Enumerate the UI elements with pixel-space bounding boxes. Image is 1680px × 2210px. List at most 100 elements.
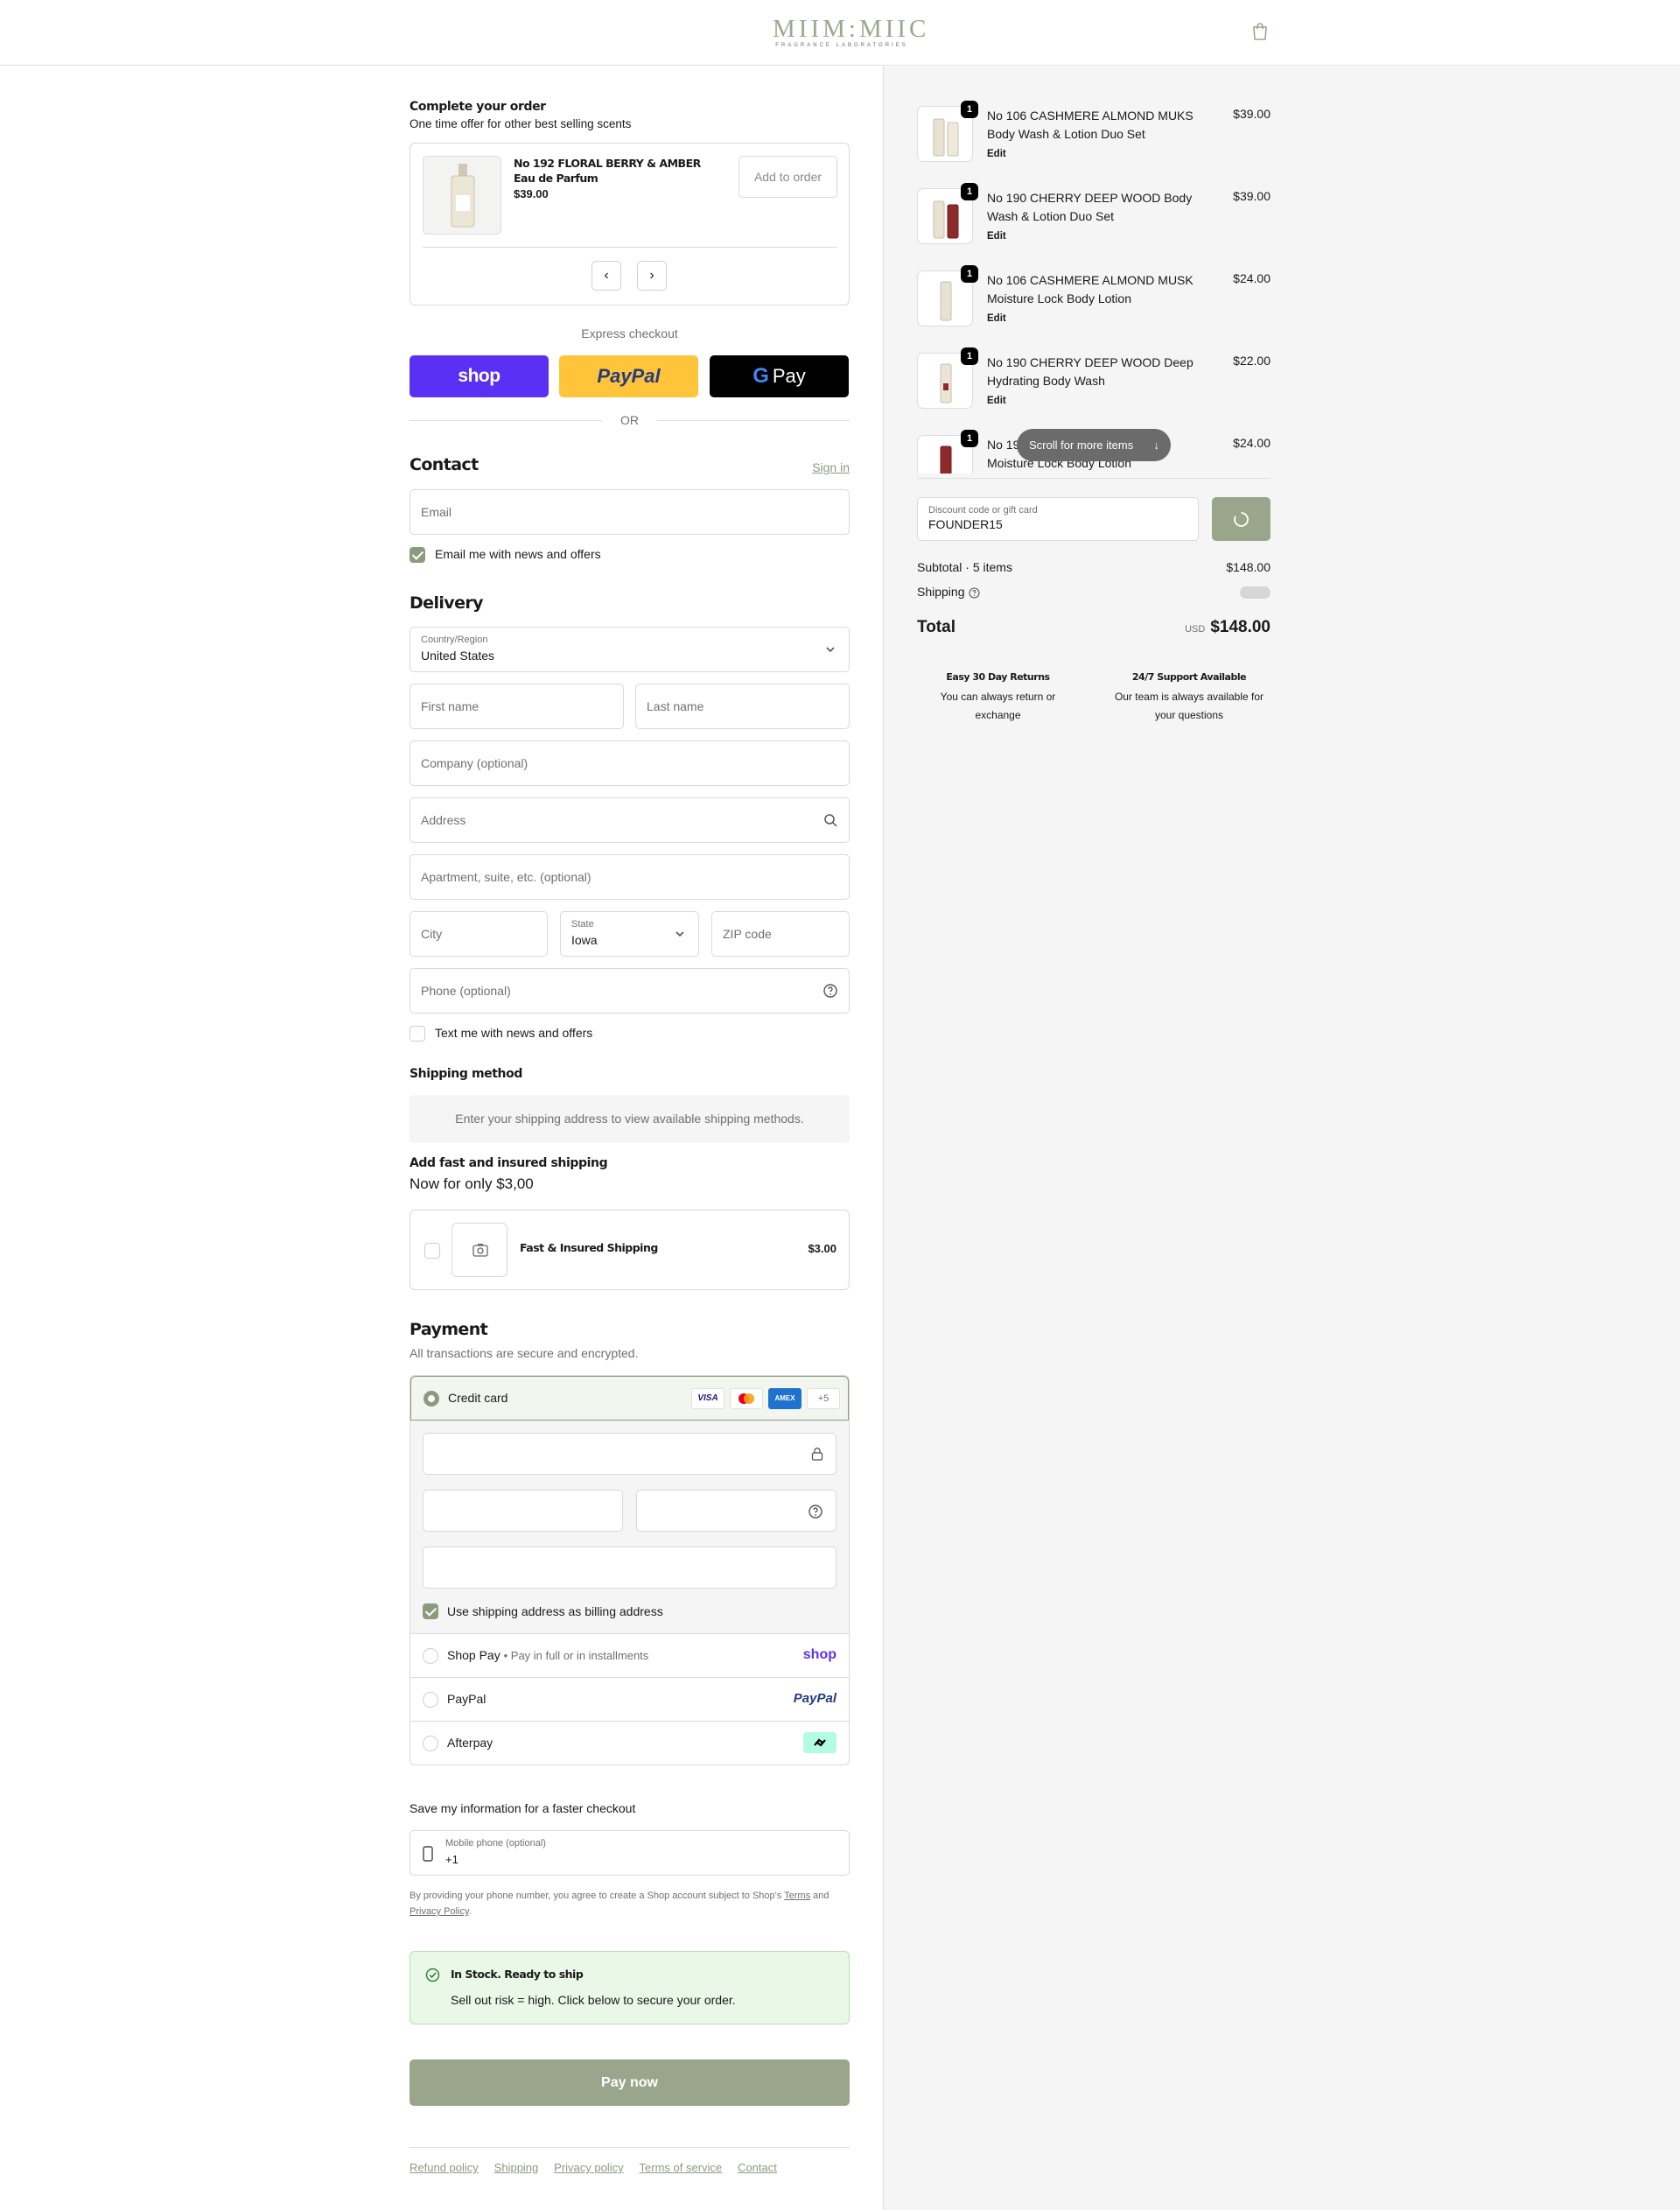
text-news-checkbox[interactable]	[410, 1026, 425, 1042]
cart-item-edit-link[interactable]: Edit	[987, 396, 1006, 406]
phone-field[interactable]: Phone (optional)	[410, 968, 850, 1014]
credit-card-option[interactable]: Credit card VISA AMEX +5	[410, 1376, 849, 1421]
stock-banner: In Stock. Ready to ship Sell out risk = …	[410, 1951, 850, 2024]
card-name-field[interactable]	[423, 1547, 836, 1589]
visa-icon: VISA	[691, 1388, 724, 1409]
country-label: Country/Region	[421, 635, 488, 645]
city-field[interactable]: City	[410, 911, 548, 957]
help-circle-icon[interactable]	[808, 1504, 823, 1519]
cart-item-edit-link[interactable]: Edit	[987, 313, 1006, 324]
brand-logo[interactable]: MIIM:MIIC FRAGRANCE LABORATORIES	[773, 16, 926, 48]
cart-item-edit-link[interactable]: Edit	[987, 231, 1006, 242]
cart-item-price: $39.00	[1233, 189, 1270, 203]
footer-contact-link[interactable]: Contact	[738, 2161, 777, 2174]
insured-shipping-checkbox[interactable]	[424, 1243, 440, 1259]
billing-same-label: Use shipping address as billing address	[447, 1604, 663, 1618]
shipping-method-message: Enter your shipping address to view avai…	[410, 1095, 850, 1143]
billing-same-checkbox[interactable]	[423, 1603, 438, 1619]
carousel-prev-button[interactable]: ‹	[592, 261, 621, 291]
scroll-more-items-button[interactable]: Scroll for more items ↓	[1017, 429, 1171, 461]
footer-terms-link[interactable]: Terms of service	[640, 2161, 723, 2174]
check-circle-icon	[425, 1968, 440, 1982]
legal-pre: By providing your phone number, you agre…	[410, 1891, 785, 1901]
discount-code-field[interactable]: Discount code or gift card FOUNDER15	[917, 497, 1199, 541]
shop-privacy-link[interactable]: Privacy Policy	[410, 1906, 469, 1917]
shop-pay-note: Pay in full or in installments	[510, 1649, 649, 1662]
shop-legal-text: By providing your phone number, you agre…	[410, 1888, 850, 1919]
text-news-label: Text me with news and offers	[435, 1026, 593, 1040]
shop-pay-option[interactable]: Shop Pay • Pay in full or in installment…	[410, 1634, 849, 1678]
first-name-field[interactable]: First name	[410, 684, 624, 729]
upsell-product-price: $39.00	[514, 187, 549, 200]
discount-label: Discount code or gift card	[928, 505, 1038, 516]
help-circle-icon[interactable]	[969, 587, 980, 599]
country-value: United States	[421, 649, 495, 663]
footer-shipping-link[interactable]: Shipping	[494, 2161, 539, 2174]
email-news-label: Email me with news and offers	[435, 547, 601, 561]
pay-now-button[interactable]: Pay now	[410, 2059, 850, 2106]
address-field[interactable]: Address	[410, 797, 850, 843]
upsell-card: No 192 FLORAL BERRY & AMBER Eau de Parfu…	[410, 143, 850, 305]
shopping-bag-icon[interactable]	[1251, 22, 1269, 41]
cart-item-qty: 1	[961, 265, 978, 283]
footer-refund-link[interactable]: Refund policy	[410, 2161, 479, 2174]
shipping-method-title: Shipping method	[410, 1067, 522, 1081]
payment-subtitle: All transactions are secure and encrypte…	[410, 1346, 639, 1360]
zip-field[interactable]: ZIP code	[711, 911, 850, 957]
carousel-next-button[interactable]: ›	[637, 261, 667, 291]
paypal-logo-small: PayPal	[793, 1691, 836, 1706]
shop-pay-radio[interactable]	[423, 1648, 438, 1664]
last-name-field[interactable]: Last name	[635, 684, 850, 729]
country-select[interactable]: Country/Region United States	[410, 627, 850, 672]
footer-privacy-link[interactable]: Privacy policy	[554, 2161, 623, 2174]
or-divider-right	[657, 420, 850, 421]
total-value: $148.00	[1210, 618, 1270, 636]
card-number-field[interactable]	[423, 1433, 836, 1475]
email-field[interactable]: Email	[410, 489, 850, 535]
amex-icon: AMEX	[768, 1388, 802, 1409]
logo-tagline: FRAGRANCE LABORATORIES	[775, 43, 908, 48]
search-icon	[824, 814, 837, 827]
shop-terms-link[interactable]: Terms	[784, 1891, 810, 1901]
help-circle-icon[interactable]	[822, 983, 838, 999]
apply-discount-button[interactable]	[1212, 497, 1270, 541]
shop-pay-express-button[interactable]: shop	[410, 355, 549, 397]
apartment-placeholder: Apartment, suite, etc. (optional)	[421, 870, 592, 884]
add-to-order-button[interactable]: Add to order	[738, 156, 837, 198]
state-select[interactable]: State Iowa	[560, 911, 699, 957]
address-placeholder: Address	[421, 813, 466, 827]
email-placeholder: Email	[421, 505, 452, 519]
card-expiry-field[interactable]	[423, 1490, 623, 1532]
upsell-product-image	[423, 156, 501, 235]
cart-item-edit-link[interactable]: Edit	[987, 149, 1006, 159]
cart-item-price: $22.00	[1233, 354, 1270, 368]
afterpay-radio[interactable]	[423, 1736, 438, 1751]
currency-code: USD	[1185, 624, 1206, 635]
afterpay-option[interactable]: Afterpay	[410, 1722, 849, 1764]
chevron-left-icon: ‹	[604, 268, 609, 283]
mobile-phone-field[interactable]: Mobile phone (optional) +1	[410, 1830, 850, 1876]
company-field[interactable]: Company (optional)	[410, 740, 850, 786]
paypal-logo: PayPal	[597, 365, 661, 387]
credit-card-form: Use shipping address as billing address	[410, 1421, 849, 1634]
gpay-label: Pay	[772, 365, 806, 387]
paypal-option[interactable]: PayPal PayPal	[410, 1678, 849, 1722]
insured-shipping-card[interactable]: Fast & Insured Shipping $3.00	[410, 1210, 850, 1290]
shop-logo: shop	[458, 366, 500, 386]
paypal-radio[interactable]	[423, 1692, 438, 1708]
email-news-checkbox[interactable]	[410, 547, 425, 563]
total-label: Total	[917, 618, 956, 636]
google-pay-express-button[interactable]: G Pay	[710, 355, 849, 397]
paypal-express-button[interactable]: PayPal	[559, 355, 698, 397]
apartment-field[interactable]: Apartment, suite, etc. (optional)	[410, 854, 850, 900]
card-cvv-field[interactable]	[636, 1490, 836, 1532]
sign-in-link[interactable]: Sign in	[812, 460, 850, 474]
credit-card-radio[interactable]	[424, 1391, 439, 1407]
cart-divider	[917, 478, 1270, 479]
footer-links: Refund policy Shipping Privacy policy Te…	[410, 2160, 789, 2174]
save-info-title: Save my information for a faster checkou…	[410, 1801, 636, 1815]
perfume-bottle-icon	[451, 164, 475, 228]
upsell-title: Complete your order	[410, 100, 546, 114]
afterpay-arrows-icon	[814, 1738, 826, 1747]
credit-card-label: Credit card	[448, 1391, 508, 1405]
